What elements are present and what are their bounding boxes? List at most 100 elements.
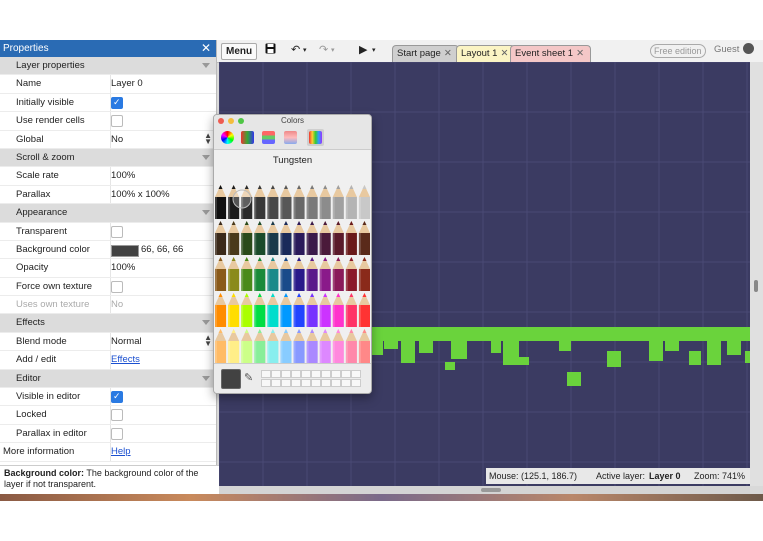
property-value-cell[interactable]: Layer 0 [110,75,215,93]
property-link[interactable]: Help [111,443,131,460]
tab-layout-1[interactable]: Layout 1 ✕ [456,45,516,62]
window-close-icon[interactable] [218,118,224,124]
collapse-triangle-icon[interactable] [202,210,210,216]
property-row: Name Layer 0 [0,75,216,94]
preview-play-icon[interactable]: ▶ [359,43,367,56]
preview-dropdown-icon[interactable]: ▾ [372,46,376,54]
property-checkbox[interactable] [111,280,123,293]
property-value-cell[interactable]: Help [110,443,215,461]
custom-color-slot[interactable] [311,370,321,378]
eyedropper-icon[interactable]: ✎ [244,371,253,384]
color-wheel-icon[interactable] [221,131,234,144]
undo-icon[interactable]: ↶ [291,43,300,56]
property-value-cell[interactable] [110,112,215,130]
property-link[interactable]: Effects [111,351,140,368]
color-palettes-icon[interactable] [262,131,275,144]
custom-color-slot[interactable] [351,370,361,378]
custom-color-slot[interactable] [321,370,331,378]
tab-close-icon[interactable]: ✕ [576,48,584,59]
custom-color-slot[interactable] [331,370,341,378]
property-value-cell[interactable]: Effects [110,351,215,369]
property-value-cell[interactable]: No ▲ ▼ [110,130,215,148]
tab-start-page[interactable]: Start page ✕ [392,45,459,62]
pencil-box[interactable] [214,183,371,363]
close-icon[interactable]: ✕ [201,40,211,57]
property-section[interactable]: Layer properties [0,57,216,76]
property-value-cell[interactable] [110,277,215,296]
property-section[interactable]: Appearance [0,204,216,223]
custom-color-slot[interactable] [351,379,361,387]
property-label: Transparent [16,225,67,237]
property-value-cell[interactable] [110,406,215,424]
color-swatch[interactable] [111,244,139,257]
property-row: Scale rate 100% [0,167,216,186]
property-value-cell[interactable]: 66, 66, 66 [110,240,215,259]
custom-color-slot[interactable] [271,370,281,378]
property-checkbox[interactable] [111,388,123,405]
property-value-cell[interactable] [110,222,215,240]
collapse-triangle-icon[interactable] [202,375,210,381]
property-checkbox[interactable] [111,115,123,128]
custom-color-slot[interactable] [331,379,341,387]
custom-color-slot[interactable] [261,370,271,378]
custom-color-slot[interactable] [291,379,301,387]
property-checkbox[interactable] [111,94,123,111]
color-sliders-icon[interactable] [241,131,254,144]
property-section[interactable]: Scroll & zoom [0,148,216,168]
select-updown-icon[interactable]: ▲ ▼ [204,333,212,347]
property-value-cell[interactable]: 100% [110,167,215,185]
property-checkbox[interactable] [111,427,123,440]
user-icon[interactable] [743,43,754,54]
horizontal-scroll-thumb[interactable] [481,488,501,492]
image-palettes-icon[interactable] [284,131,297,144]
property-checkbox[interactable] [111,225,123,238]
redo-dropdown-icon[interactable]: ▾ [331,46,335,54]
window-minimize-icon[interactable] [228,118,234,124]
tab-event-sheet-1[interactable]: Event sheet 1 ✕ [510,45,592,62]
property-row: Global No ▲ ▼ [0,130,216,149]
custom-color-slot[interactable] [281,379,291,387]
property-value-cell[interactable] [110,93,215,111]
properties-panel: Properties ✕ Layer properties Name Layer 0… [0,40,220,498]
free-edition-badge[interactable]: Free edition [650,44,706,58]
custom-color-slot[interactable] [311,379,321,387]
property-checkbox[interactable] [111,409,123,422]
property-value-cell[interactable] [110,424,215,443]
undo-dropdown-icon[interactable]: ▾ [303,46,307,54]
selected-color-well[interactable] [221,369,241,389]
window-zoom-icon[interactable] [238,118,244,124]
collapse-triangle-icon[interactable] [202,154,210,160]
guest-label[interactable]: Guest [714,44,739,55]
property-section[interactable]: Effects [0,314,216,333]
redo-icon[interactable]: ↷ [319,43,328,56]
property-value-cell[interactable]: 100% [110,259,215,277]
active-layer-label: Active layer: [596,471,646,481]
custom-color-slot[interactable] [321,379,331,387]
save-icon[interactable] [265,43,276,57]
horizontal-scrollbar[interactable] [219,486,750,494]
collapse-triangle-icon[interactable] [202,320,210,326]
property-value-cell[interactable] [110,388,215,405]
property-section[interactable]: Editor [0,369,216,389]
collapse-triangle-icon[interactable] [202,63,210,68]
custom-color-slot[interactable] [271,379,281,387]
pencils-icon[interactable] [309,131,322,144]
vertical-scroll-thumb[interactable] [754,280,758,292]
property-value: 100% [111,262,136,274]
custom-color-slot[interactable] [301,379,311,387]
property-value-cell[interactable]: No [110,296,215,314]
vertical-scrollbar[interactable] [750,62,763,486]
property-value-cell[interactable]: Normal ▲ ▼ [110,332,215,351]
custom-color-slot[interactable] [301,370,311,378]
select-updown-icon[interactable]: ▲ ▼ [204,131,212,145]
property-value-cell[interactable]: 100% x 100% [110,185,215,204]
tab-close-icon[interactable]: ✕ [500,48,508,59]
tab-close-icon[interactable]: ✕ [444,48,452,59]
custom-color-slot[interactable] [341,379,351,387]
zoom-level: Zoom: 741% [694,471,746,481]
custom-color-slot[interactable] [261,379,271,387]
custom-color-slot[interactable] [281,370,291,378]
menu-button[interactable]: Menu [221,43,258,60]
custom-color-slot[interactable] [341,370,351,378]
custom-color-slot[interactable] [291,370,301,378]
